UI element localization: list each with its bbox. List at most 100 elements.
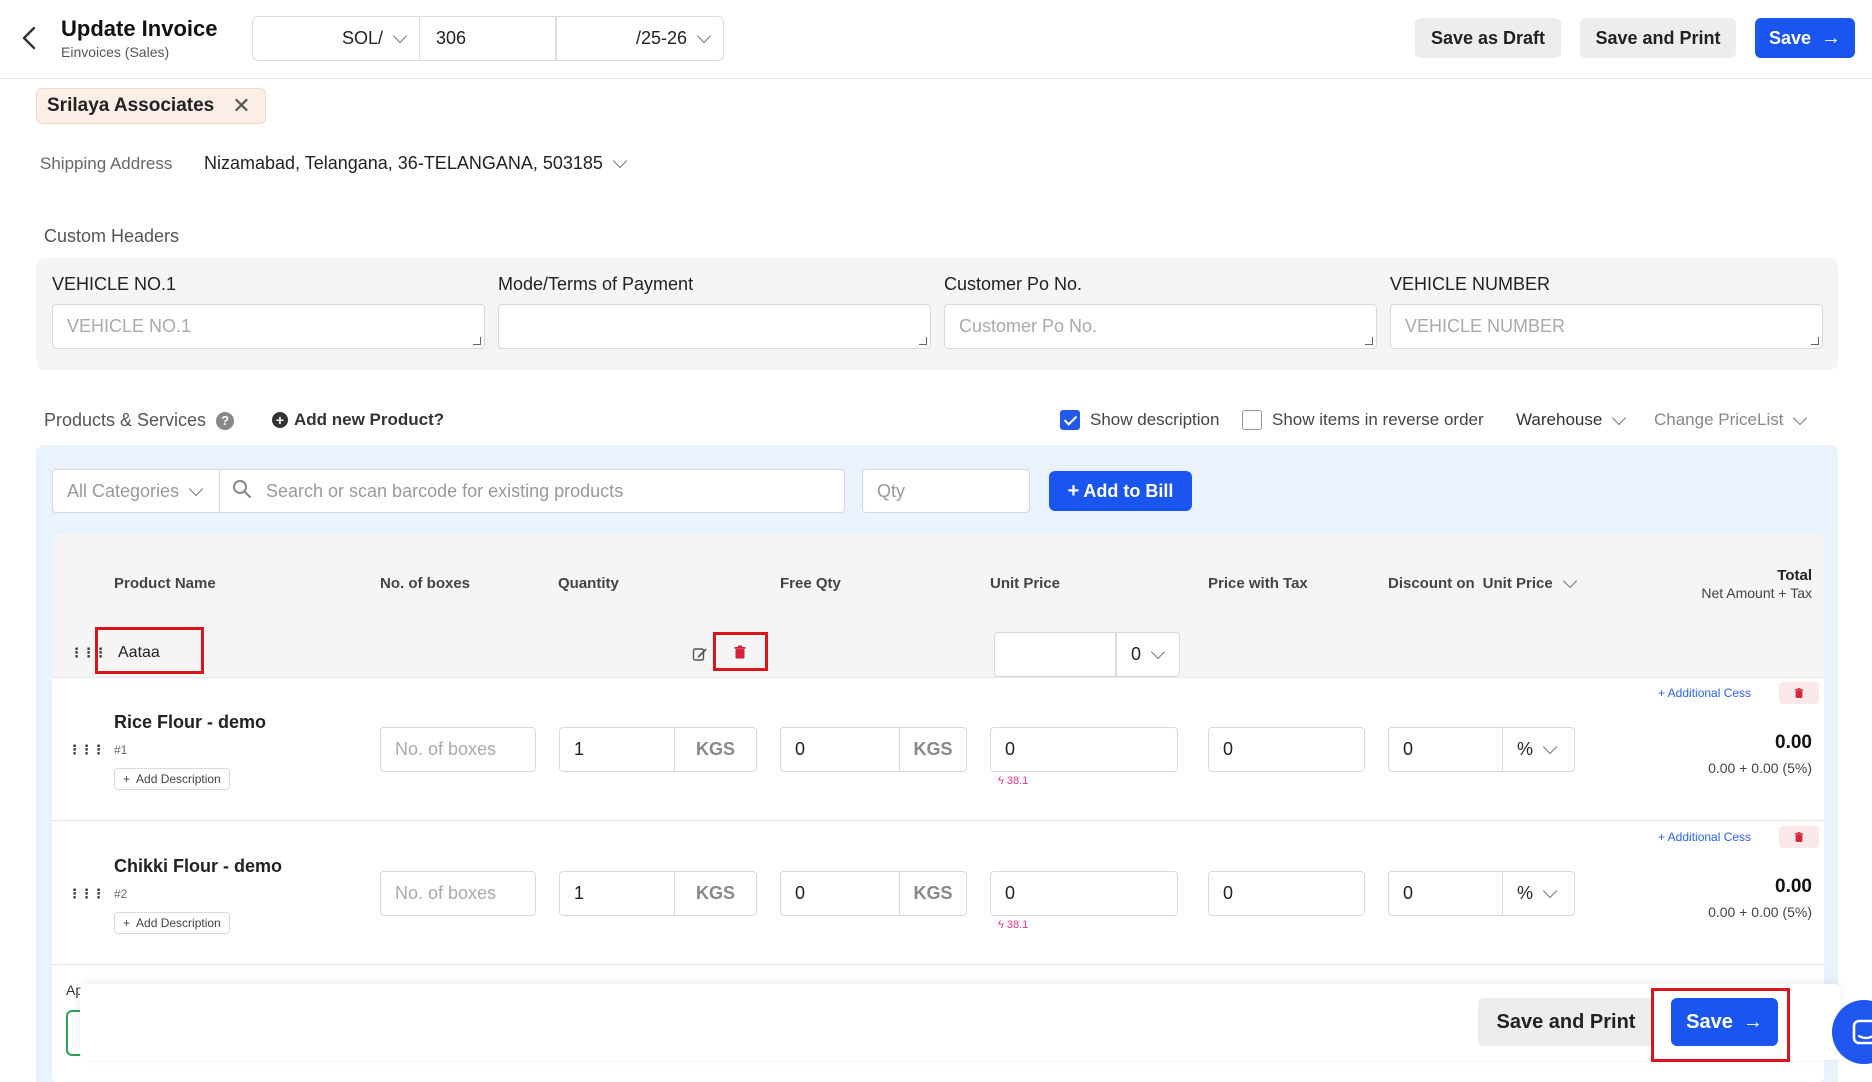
plus-icon: + [123,772,131,786]
vehicle-no1-input[interactable]: VEHICLE NO.1 [52,304,485,349]
additional-cess-link[interactable]: + Additional Cess [1658,686,1751,700]
chevron-left-icon[interactable] [18,24,42,52]
customer-po-input[interactable]: Customer Po No. [944,304,1377,349]
shipping-address-select[interactable]: Nizamabad, Telangana, 36-TELANGANA, 5031… [204,153,627,174]
warehouse-select[interactable]: Warehouse [1516,410,1627,430]
add-description-label: Add Description [136,916,221,930]
row2-price-with-tax-input[interactable]: 0 [1208,871,1365,916]
row2-product-name: Chikki Flour - demo [114,856,283,876]
edit-row-discount-select[interactable]: 0 [1116,632,1180,677]
categories-value: All Categories [67,480,180,501]
additional-cess-link[interactable]: + Additional Cess [1658,830,1751,844]
row2-boxes-input[interactable]: No. of boxes [380,871,536,916]
serial-suffix-select[interactable]: /25-26 [556,16,724,61]
plus-circle-icon: + [272,412,288,428]
row2-total-breakdown: 0.00 + 0.00 (5%) [1708,904,1812,920]
plus-icon: + [1067,480,1080,502]
th-discount: Discount on Unit Price [1388,573,1577,592]
drag-handle-icon[interactable]: ⋮⋮⋮ [68,887,105,900]
resize-handle-icon[interactable] [1811,337,1819,345]
row1-delete-button[interactable] [1779,682,1819,704]
vehicle-number-input[interactable]: VEHICLE NUMBER [1390,304,1823,349]
discount-type-value: Unit Price [1482,575,1553,592]
product-search-input[interactable]: Search or scan barcode for existing prod… [220,469,845,513]
row-divider [52,820,1824,821]
th-price-with-tax: Price with Tax [1208,575,1308,592]
show-description-checkbox[interactable] [1060,410,1080,430]
reverse-order-checkbox[interactable] [1242,410,1262,430]
pricelist-label: Change PriceList [1654,410,1784,429]
row1-boxes-input[interactable]: No. of boxes [380,727,536,772]
field-label: Mode/Terms of Payment [498,274,694,294]
chevron-down-icon [1793,410,1808,425]
chevron-down-icon [1562,573,1577,589]
th-quantity: Quantity [558,575,619,592]
bottom-action-bar: Save and Print Save → [80,984,1840,1060]
highlight-save [1651,988,1790,1062]
qty-input[interactable]: Qty [862,469,1030,513]
chevron-down-icon [1150,644,1166,660]
warehouse-label: Warehouse [1516,410,1603,429]
th-unit-price: Unit Price [990,575,1061,592]
edit-icon[interactable] [692,646,708,662]
row1-unit-price-input[interactable]: 0 [990,727,1178,772]
resize-handle-icon[interactable] [1365,337,1373,345]
bottom-save-print-button[interactable]: Save and Print [1478,998,1654,1046]
row1-discount-input[interactable]: 0 [1388,727,1503,772]
serial-suffix-value: /25-26 [635,28,687,48]
shipping-label: Shipping Address [40,154,173,173]
categories-select[interactable]: All Categories [52,469,220,513]
row1-price-with-tax-input[interactable]: 0 [1208,727,1365,772]
payment-terms-input[interactable] [498,304,931,349]
row1-quantity-input[interactable]: 1 [559,727,675,772]
drag-handle-icon[interactable]: ⋮⋮⋮ [68,743,105,756]
serial-prefix-select[interactable]: SOL/ [252,16,420,61]
resize-handle-icon[interactable] [473,337,481,345]
row2-unit-price-input[interactable]: 0 [990,871,1178,916]
row2-price-note-value: 38.1 [1006,919,1029,931]
resize-handle-icon[interactable] [919,337,927,345]
add-new-product-button[interactable]: + Add new Product? [272,410,444,430]
row2-discount-type: % [1517,883,1534,903]
row2-price-note: ϟ 38.1 [998,919,1028,931]
field-label: VEHICLE NO.1 [52,274,177,294]
page-title: Update Invoice [61,16,218,41]
search-icon [232,479,252,504]
row1-total: 0.00 [1775,732,1812,753]
row2-add-description-button[interactable]: + Add Description [114,912,230,934]
help-icon[interactable]: ? [216,411,235,430]
edit-row-price-input[interactable] [994,632,1116,677]
bolt-icon: ϟ [998,775,1004,787]
row2-delete-button[interactable] [1779,826,1819,848]
customer-chip[interactable]: Srilaya Associates ✕ [36,88,266,124]
save-draft-button[interactable]: Save as Draft [1415,18,1561,58]
row2-free-qty-input[interactable]: 0 [780,871,900,916]
bolt-icon: ϟ [998,919,1004,931]
discount-type-select[interactable]: Unit Price [1482,573,1577,592]
custom-headers-panel: VEHICLE NO.1 VEHICLE NO.1 Mode/Terms of … [36,258,1838,370]
add-to-bill-button[interactable]: + Add to Bill [1049,471,1192,511]
row-divider [52,964,1824,965]
row1-discount-type-select[interactable]: % [1502,727,1575,772]
row2-quantity-input[interactable]: 1 [559,871,675,916]
serial-prefix-value: SOL/ [341,28,383,48]
row2-discount-type-select[interactable]: % [1502,871,1575,916]
save-button[interactable]: Save → [1755,18,1855,58]
save-print-button[interactable]: Save and Print [1580,18,1736,58]
table-row-editing [52,618,1824,678]
add-to-bill-label: Add to Bill [1083,480,1174,501]
row2-discount-input[interactable]: 0 [1388,871,1503,916]
reverse-order-label: Show items in reverse order [1272,410,1484,429]
th-boxes: No. of boxes [380,575,471,592]
row1-discount-type: % [1517,739,1534,759]
row1-free-qty-input[interactable]: 0 [780,727,900,772]
products-title: Products & Services [44,410,207,430]
row1-add-description-button[interactable]: + Add Description [114,768,230,790]
field-label: Customer Po No. [944,274,1083,294]
row2-total: 0.00 [1775,876,1812,897]
pricelist-select[interactable]: Change PriceList [1654,410,1808,430]
close-icon[interactable]: ✕ [232,93,250,119]
drag-handle-icon[interactable]: ⋮⋮⋮ [70,646,107,659]
serial-number-input[interactable]: 306 [420,16,556,61]
page-subtitle: Einvoices (Sales) [61,44,170,60]
